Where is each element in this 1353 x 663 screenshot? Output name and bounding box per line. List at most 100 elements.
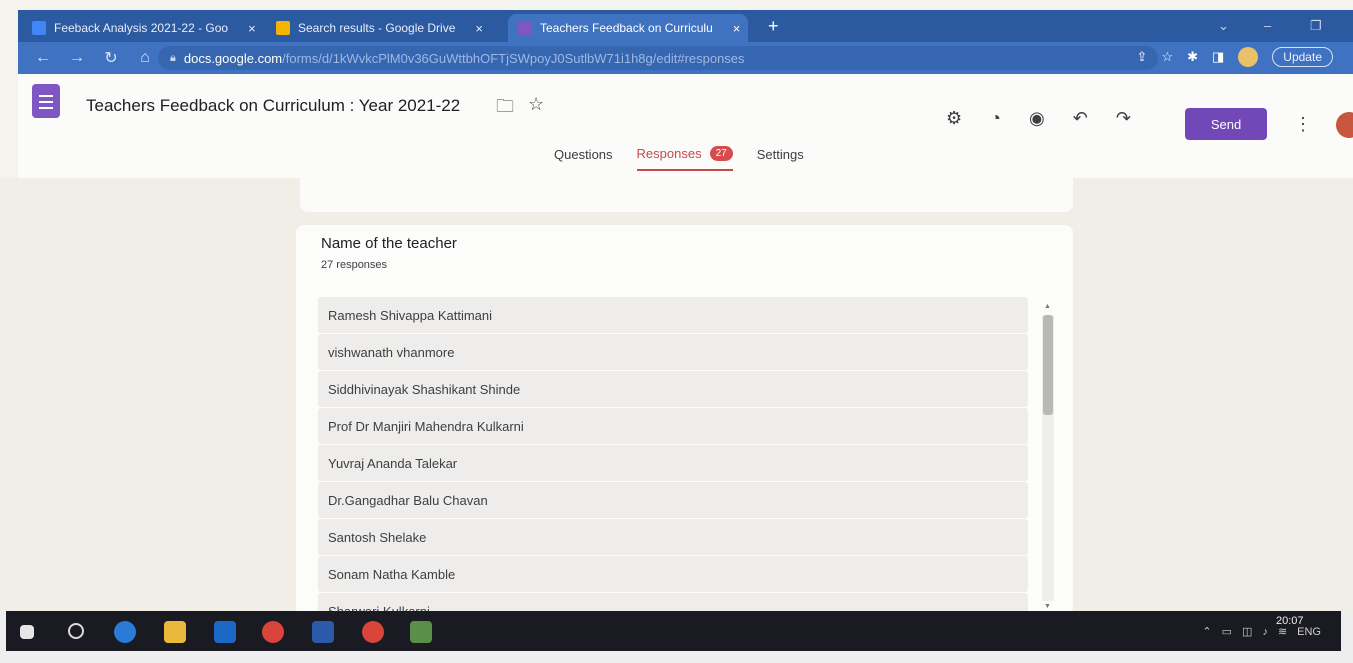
minimize-icon[interactable]: – [1264, 18, 1271, 33]
response-list[interactable]: Ramesh Shivappa Kattimani vishwanath vha… [318, 297, 1028, 630]
response-text: Ramesh Shivappa Kattimani [328, 307, 493, 323]
list-item: Sonam Natha Kamble [318, 556, 1028, 592]
responses-area: Name of the teacher 27 responses Ramesh … [0, 178, 1353, 629]
back-icon[interactable]: ← [34, 49, 52, 67]
close-icon[interactable]: × [475, 21, 483, 36]
response-text: Siddhivinayak Shashikant Shinde [328, 381, 521, 397]
form-actions: ⚙︎ ◔ ◉ ↶ ↷ [946, 108, 1131, 129]
file-explorer-icon[interactable] [164, 621, 186, 643]
browser-toolbar: ← → ↻ ⌂ 🔒︎ docs.google.com/forms/d/1kWvk… [18, 42, 1353, 74]
tab-settings[interactable]: Settings [757, 146, 804, 171]
scroll-thumb[interactable] [1043, 315, 1053, 415]
screen: Feeback Analysis 2021-22 - Goo × Search … [0, 0, 1353, 663]
search-icon[interactable] [68, 623, 84, 639]
list-item: Santosh Shelake [318, 519, 1028, 555]
taskbar-bar: ⌃ ▭ ◫ ♪ ≋ ENG 20:07 [6, 611, 1341, 651]
new-tab-button[interactable]: + [768, 16, 779, 37]
tab-questions-label: Questions [554, 147, 613, 162]
browser-tab-feedback-analysis[interactable]: Feeback Analysis 2021-22 - Goo × [22, 14, 262, 42]
forward-icon[interactable]: → [68, 49, 86, 67]
chevron-up-icon[interactable]: ⌃ [1202, 625, 1211, 638]
list-item: Siddhivinayak Shashikant Shinde [318, 371, 1028, 407]
tab-search-icon[interactable]: ⌄ [1218, 18, 1229, 34]
tab-settings-label: Settings [756, 147, 804, 162]
sheets-icon [32, 21, 46, 35]
bookmark-star-icon[interactable]: ☆ [1161, 49, 1173, 65]
tab-label: Search results - Google Drive [298, 21, 456, 35]
tab-label: Teachers Feedback on Curriculu [540, 21, 713, 35]
url-host: docs.google.com [183, 50, 283, 66]
tab-responses[interactable]: Responses 27 [636, 146, 733, 171]
close-icon[interactable]: × [248, 21, 256, 36]
share-icon[interactable]: ⇪ [1137, 49, 1148, 65]
list-item: Dr.Gangadhar Balu Chavan [318, 482, 1028, 518]
scroll-down-icon[interactable]: ▼ [1044, 603, 1051, 610]
reload-icon[interactable]: ↻ [102, 48, 120, 68]
question-summary-card: Name of the teacher 27 responses Ramesh … [296, 225, 1073, 629]
previous-question-card [300, 178, 1073, 212]
list-item: vishwanath vhanmore [318, 334, 1028, 370]
toolbar-right: ⇪ ☆ ✱ ◨ Update [1137, 47, 1333, 67]
clock[interactable]: 20:07 [1276, 615, 1304, 627]
add-ons-icon[interactable]: ⚙︎ [946, 108, 962, 129]
url-path: /forms/d/1kWvkcPlM0v36GuWttbhOFTjSWpoyJ0… [282, 50, 745, 66]
list-item: Ramesh Shivappa Kattimani [318, 297, 1028, 333]
response-text: Dr.Gangadhar Balu Chavan [328, 492, 488, 508]
response-text: Santosh Shelake [328, 529, 427, 545]
response-text: Sonam Natha Kamble [328, 566, 456, 582]
close-icon[interactable]: × [733, 21, 741, 36]
response-list-scrollbar[interactable]: ▲ ▼ [1042, 303, 1054, 613]
chrome-active-icon[interactable] [362, 621, 384, 643]
windows-start-icon[interactable] [20, 625, 34, 639]
forms-icon [518, 21, 532, 35]
more-vert-icon[interactable]: ⋮ [1294, 114, 1312, 135]
forms-header: Teachers Feedback on Curriculum : Year 2… [18, 74, 1353, 178]
browser-tab-strip: Feeback Analysis 2021-22 - Goo × Search … [18, 10, 1353, 42]
tab-questions[interactable]: Questions [554, 146, 613, 171]
mail-icon[interactable] [214, 621, 236, 643]
form-tabs: Questions Responses 27 Settings [554, 146, 804, 171]
scroll-up-icon[interactable]: ▲ [1044, 303, 1051, 310]
response-text: Prof Dr Manjiri Mahendra Kulkarni [328, 418, 524, 434]
volume-icon[interactable]: ♪ [1262, 626, 1268, 638]
lock-icon: 🔒︎ [170, 51, 176, 64]
tab-label: Feeback Analysis 2021-22 - Goo [54, 21, 229, 35]
update-button[interactable]: Update [1272, 47, 1333, 67]
chrome-icon[interactable] [262, 621, 284, 643]
question-title: Name of the teacher [321, 235, 457, 252]
title-icons: 🗀︎ ☆ [496, 94, 544, 124]
star-icon[interactable]: ☆ [528, 94, 544, 124]
response-count: 27 responses [321, 259, 388, 271]
redo-icon[interactable]: ↷ [1116, 108, 1131, 129]
os-taskbar: ⌃ ▭ ◫ ♪ ≋ ENG 20:07 [0, 611, 1353, 663]
palette-icon[interactable]: ◔ [990, 108, 1001, 129]
list-item: Prof Dr Manjiri Mahendra Kulkarni [318, 408, 1028, 444]
response-text: Yuvraj Ananda Talekar [328, 455, 458, 471]
word-icon[interactable] [312, 621, 334, 643]
undo-icon[interactable]: ↶ [1073, 108, 1088, 129]
browser-tab-teachers-feedback[interactable]: Teachers Feedback on Curriculu × [508, 14, 748, 42]
google-drive-icon [276, 21, 290, 35]
list-item: Yuvraj Ananda Talekar [318, 445, 1028, 481]
tab-responses-label: Responses [636, 146, 702, 161]
profile-avatar[interactable] [1238, 47, 1259, 67]
network-icon[interactable]: ◫ [1242, 625, 1252, 638]
folder-icon[interactable]: 🗀︎ [496, 94, 514, 124]
edge-icon[interactable] [114, 621, 136, 643]
battery-icon[interactable]: ▭ [1222, 625, 1232, 638]
address-bar[interactable]: 🔒︎ docs.google.com/forms/d/1kWvkcPlM0v36… [158, 46, 1158, 70]
preview-eye-icon[interactable]: ◉ [1029, 108, 1045, 129]
google-forms-logo[interactable] [32, 84, 60, 118]
account-avatar[interactable] [1336, 112, 1353, 138]
restore-icon[interactable]: ❐ [1310, 18, 1322, 34]
form-title[interactable]: Teachers Feedback on Curriculum : Year 2… [86, 96, 460, 116]
paint-icon[interactable] [410, 621, 432, 643]
response-text: vishwanath vhanmore [328, 344, 455, 360]
browser-tab-drive-search[interactable]: Search results - Google Drive × [266, 14, 504, 42]
home-icon[interactable]: ⌂ [136, 49, 154, 67]
responses-count-badge: 27 [709, 146, 733, 161]
side-panel-icon[interactable]: ◨ [1212, 49, 1224, 65]
extensions-icon[interactable]: ✱ [1187, 49, 1198, 65]
send-button[interactable]: Send [1185, 108, 1267, 140]
language-indicator[interactable]: ENG [1297, 626, 1321, 638]
